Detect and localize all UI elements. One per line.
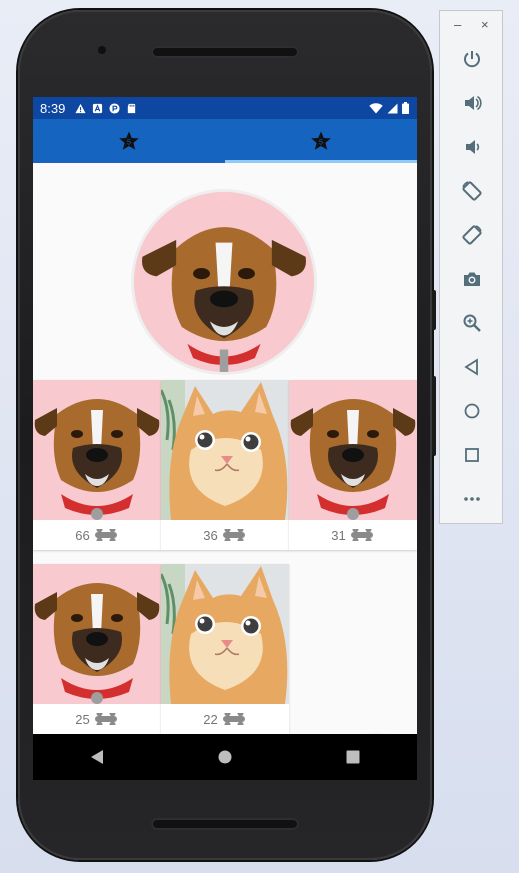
bone-icon <box>94 713 117 725</box>
recents-square-icon <box>346 750 360 764</box>
pet-photo <box>33 564 161 704</box>
power-icon <box>464 51 480 68</box>
battery-icon <box>402 102 409 114</box>
pet-photo <box>33 380 161 520</box>
volume-up-icon <box>465 95 482 111</box>
side-button <box>432 376 436 456</box>
pet-card[interactable]: 66 <box>33 380 161 550</box>
volume-down-icon <box>466 140 480 154</box>
rotate-left-button[interactable] <box>457 176 487 206</box>
pet-gallery: 66 36 31 25 22 <box>33 163 417 780</box>
nav-back-button[interactable] <box>77 737 117 777</box>
device-screen: 8:39 5 5 66 36 31 25 22 <box>33 97 417 780</box>
more-button[interactable] <box>457 484 487 514</box>
more-icon <box>464 497 480 501</box>
side-button <box>432 290 436 330</box>
font-icon <box>93 103 103 113</box>
minimize-button[interactable]: – <box>454 17 461 32</box>
pet-card-meta: 66 <box>33 520 161 550</box>
home-button[interactable] <box>457 396 487 426</box>
wifi-icon <box>369 102 383 113</box>
pet-card[interactable]: 36 <box>161 380 289 550</box>
bone-icon <box>222 529 245 541</box>
pet-photo <box>289 380 417 520</box>
rotate-right-button[interactable] <box>457 220 487 250</box>
emulator-toolbar: – × <box>439 10 503 524</box>
zoom-icon <box>463 314 481 332</box>
nav-recents-button[interactable] <box>333 737 373 777</box>
volume-up-button[interactable] <box>457 88 487 118</box>
bone-icon <box>94 529 117 541</box>
pet-card[interactable]: 22 <box>161 564 289 734</box>
cat-photo-icon <box>161 564 289 704</box>
star-badge-icon: 5 <box>119 131 139 150</box>
dog-photo-icon <box>33 564 161 704</box>
pet-count: 66 <box>75 527 90 543</box>
pet-count: 22 <box>203 711 218 727</box>
bone-icon <box>222 713 245 725</box>
overview-icon <box>465 448 479 462</box>
pet-card-meta: 31 <box>289 520 417 550</box>
home-icon <box>464 403 480 419</box>
pet-photo <box>161 380 289 520</box>
pet-count: 25 <box>75 711 90 727</box>
status-bar: 8:39 <box>33 97 417 119</box>
cell-signal-icon <box>387 103 398 113</box>
pet-count: 31 <box>331 527 346 543</box>
tab-dogs[interactable]: 5 <box>33 119 225 163</box>
dog-photo-icon <box>289 380 417 520</box>
pet-card[interactable]: 31 <box>289 380 417 550</box>
status-time: 8:39 <box>40 100 66 116</box>
nav-home-button[interactable] <box>205 737 245 777</box>
cat-photo-icon <box>161 380 289 520</box>
pet-card-meta: 22 <box>161 704 289 734</box>
android-nav-bar <box>33 734 417 780</box>
back-icon <box>464 358 478 376</box>
rotate-right-icon <box>462 225 482 245</box>
star-badge-icon: 5 <box>311 131 331 150</box>
front-camera <box>98 46 106 54</box>
volume-down-button[interactable] <box>457 132 487 162</box>
pet-photo <box>161 564 289 704</box>
bottom-speaker <box>151 818 299 830</box>
close-button[interactable]: × <box>481 17 489 32</box>
camera-icon <box>464 272 480 286</box>
tab-favorites[interactable]: 5 <box>225 119 417 163</box>
profile-avatar[interactable] <box>131 189 317 375</box>
pet-count: 36 <box>203 527 218 543</box>
dog-photo-icon <box>33 380 161 520</box>
warning-icon <box>75 103 86 113</box>
screenshot-button[interactable] <box>457 264 487 294</box>
tab-badge: 5 <box>319 139 323 146</box>
back-triangle-icon <box>91 750 103 764</box>
tab-badge: 5 <box>127 139 131 146</box>
top-speaker <box>151 46 299 58</box>
zoom-button[interactable] <box>457 308 487 338</box>
pet-card[interactable]: 25 <box>33 564 161 734</box>
power-button[interactable] <box>457 44 487 74</box>
overview-button[interactable] <box>457 440 487 470</box>
dog-avatar-icon <box>134 192 314 372</box>
tab-bar: 5 5 <box>33 119 417 163</box>
sd-card-icon <box>128 103 136 113</box>
app-notification-icon <box>109 102 120 114</box>
home-circle-icon <box>218 750 232 764</box>
pet-card-meta: 36 <box>161 520 289 550</box>
bone-icon <box>350 529 373 541</box>
back-button[interactable] <box>457 352 487 382</box>
pet-card-meta: 25 <box>33 704 161 734</box>
rotate-left-icon <box>462 181 482 201</box>
